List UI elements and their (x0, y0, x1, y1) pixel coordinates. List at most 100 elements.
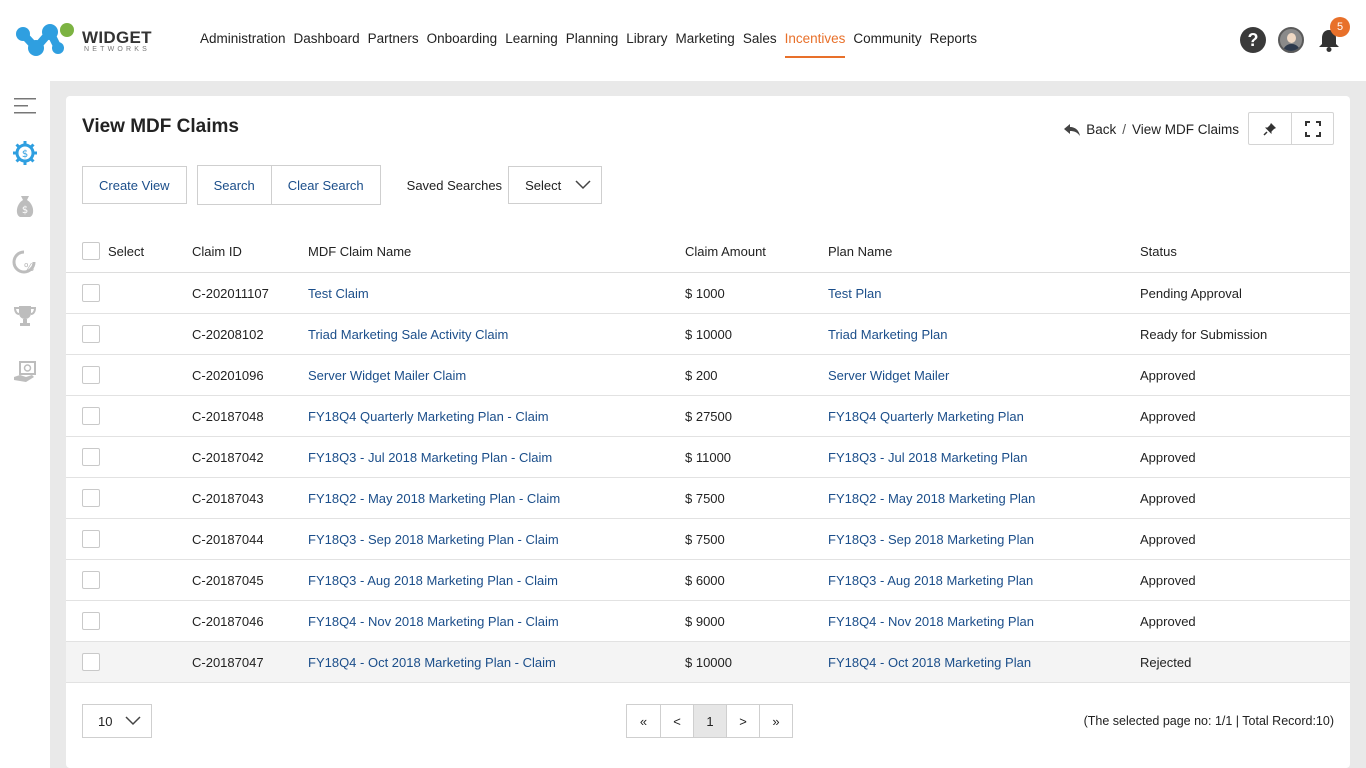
page-size-select[interactable]: 10 (82, 704, 152, 738)
menu-toggle-button[interactable] (12, 93, 38, 119)
rail-awards[interactable] (12, 303, 38, 329)
row-checkbox[interactable] (82, 448, 100, 466)
nav-community[interactable]: Community (853, 31, 921, 58)
plan-name-link[interactable]: Triad Marketing Plan (828, 327, 947, 342)
plan-name-link[interactable]: Server Widget Mailer (828, 368, 949, 383)
row-checkbox[interactable] (82, 489, 100, 507)
prev-page-button[interactable]: < (660, 705, 693, 737)
top-navigation-bar: WIDGET NETWORKS Administration Dashboard… (0, 0, 1366, 81)
row-checkbox[interactable] (82, 325, 100, 343)
nav-administration[interactable]: Administration (200, 31, 286, 58)
header-plan-name[interactable]: Plan Name (828, 244, 1140, 259)
fullscreen-button[interactable] (1291, 113, 1333, 144)
next-page-button[interactable]: > (726, 705, 759, 737)
expand-icon (1304, 120, 1321, 137)
header-status[interactable]: Status (1140, 244, 1350, 259)
chevron-down-icon (125, 716, 141, 726)
table-row: C-20187048 FY18Q4 Quarterly Marketing Pl… (66, 396, 1350, 437)
page-title: View MDF Claims (82, 116, 239, 137)
plan-name-link[interactable]: FY18Q3 - Jul 2018 Marketing Plan (828, 450, 1027, 465)
claim-name-link[interactable]: FY18Q4 - Oct 2018 Marketing Plan - Claim (308, 655, 556, 670)
gear-dollar-icon: $ (13, 141, 37, 165)
saved-searches-select[interactable]: Select (508, 166, 603, 204)
claim-amount: $ 7500 (685, 490, 725, 506)
menu-lines-icon (14, 98, 36, 114)
breadcrumb-separator: / (1122, 122, 1126, 137)
header-claim-id[interactable]: Claim ID (192, 244, 308, 259)
rail-rebates[interactable]: % (12, 249, 38, 275)
search-button-group: Search Clear Search (196, 165, 381, 205)
table-row: C-20208102 Triad Marketing Sale Activity… (66, 314, 1350, 355)
plan-name-link[interactable]: FY18Q3 - Sep 2018 Marketing Plan (828, 532, 1034, 547)
nav-onboarding[interactable]: Onboarding (427, 31, 498, 58)
plan-name-link[interactable]: FY18Q4 Quarterly Marketing Plan (828, 409, 1024, 424)
chevron-down-icon (575, 180, 591, 190)
clear-search-button[interactable]: Clear Search (270, 166, 380, 204)
nav-sales[interactable]: Sales (743, 31, 777, 58)
plan-name-link[interactable]: FY18Q4 - Nov 2018 Marketing Plan (828, 614, 1034, 629)
back-link[interactable]: Back (1064, 122, 1116, 137)
row-checkbox[interactable] (82, 653, 100, 671)
select-all-checkbox[interactable] (82, 242, 100, 260)
table-row: C-20187044 FY18Q3 - Sep 2018 Marketing P… (66, 519, 1350, 560)
help-icon[interactable]: ? (1240, 27, 1266, 53)
nav-planning[interactable]: Planning (566, 31, 619, 58)
user-avatar[interactable] (1278, 27, 1304, 53)
nav-marketing[interactable]: Marketing (676, 31, 735, 58)
claim-name-link[interactable]: Server Widget Mailer Claim (308, 368, 466, 383)
claim-amount: $ 200 (685, 367, 718, 383)
back-arrow-icon (1064, 123, 1081, 136)
notifications-button[interactable]: 5 (1316, 17, 1350, 53)
svg-text:$: $ (22, 205, 28, 216)
nav-incentives[interactable]: Incentives (784, 31, 846, 58)
claim-id: C-20187046 (192, 613, 264, 629)
nav-partners[interactable]: Partners (368, 31, 419, 58)
nav-library[interactable]: Library (626, 31, 667, 58)
row-checkbox[interactable] (82, 366, 100, 384)
back-label: Back (1086, 122, 1117, 137)
claim-name-link[interactable]: FY18Q3 - Sep 2018 Marketing Plan - Claim (308, 532, 559, 547)
table-row: C-20187045 FY18Q3 - Aug 2018 Marketing P… (66, 560, 1350, 601)
claim-status: Approved (1140, 408, 1196, 424)
plan-name-link[interactable]: FY18Q2 - May 2018 Marketing Plan (828, 491, 1035, 506)
claim-id: C-20187042 (192, 449, 264, 465)
claim-name-link[interactable]: Test Claim (308, 286, 369, 301)
rail-funds[interactable]: $ (12, 193, 38, 219)
logo-mark-icon (16, 23, 74, 56)
search-button[interactable]: Search (197, 166, 271, 204)
claim-name-link[interactable]: FY18Q3 - Jul 2018 Marketing Plan - Claim (308, 450, 552, 465)
rail-mdf-claims[interactable]: $ (12, 140, 38, 166)
plan-name-link[interactable]: FY18Q4 - Oct 2018 Marketing Plan (828, 655, 1031, 670)
claim-name-link[interactable]: FY18Q3 - Aug 2018 Marketing Plan - Claim (308, 573, 558, 588)
create-view-button[interactable]: Create View (82, 166, 187, 204)
nav-reports[interactable]: Reports (930, 31, 977, 58)
claim-name-link[interactable]: FY18Q4 - Nov 2018 Marketing Plan - Claim (308, 614, 559, 629)
widget-networks-logo[interactable]: WIDGET NETWORKS (14, 20, 159, 60)
claim-status: Ready for Submission (1140, 326, 1268, 342)
page-1-button[interactable]: 1 (693, 705, 726, 737)
row-checkbox[interactable] (82, 530, 100, 548)
last-page-button[interactable]: » (759, 705, 792, 737)
pin-button[interactable] (1249, 113, 1291, 144)
header-claim-amount[interactable]: Claim Amount (685, 244, 828, 259)
first-page-button[interactable]: « (627, 705, 660, 737)
panel-tools (1248, 112, 1334, 145)
claim-amount: $ 9000 (685, 613, 725, 629)
rail-payouts[interactable] (12, 359, 38, 385)
claim-name-link[interactable]: FY18Q2 - May 2018 Marketing Plan - Claim (308, 491, 560, 506)
header-claim-name[interactable]: MDF Claim Name (308, 244, 685, 259)
row-checkbox[interactable] (82, 407, 100, 425)
claim-name-link[interactable]: FY18Q4 Quarterly Marketing Plan - Claim (308, 409, 549, 424)
row-checkbox[interactable] (82, 571, 100, 589)
claim-status: Pending Approval (1140, 285, 1242, 301)
main-panel: View MDF Claims Back / View MDF Claims C… (66, 96, 1350, 768)
notification-count-badge: 5 (1330, 17, 1350, 37)
row-checkbox[interactable] (82, 284, 100, 302)
nav-learning[interactable]: Learning (505, 31, 558, 58)
claim-id: C-20208102 (192, 326, 264, 342)
plan-name-link[interactable]: FY18Q3 - Aug 2018 Marketing Plan (828, 573, 1033, 588)
row-checkbox[interactable] (82, 612, 100, 630)
nav-dashboard[interactable]: Dashboard (294, 31, 360, 58)
plan-name-link[interactable]: Test Plan (828, 286, 881, 301)
claim-name-link[interactable]: Triad Marketing Sale Activity Claim (308, 327, 508, 342)
